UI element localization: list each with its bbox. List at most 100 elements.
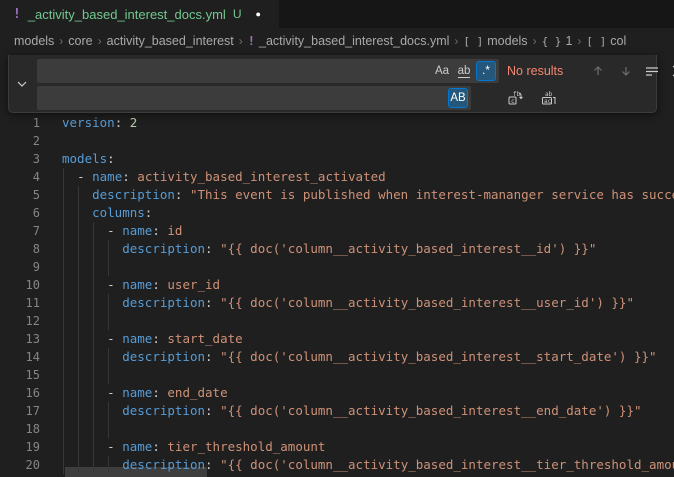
previous-match-button[interactable] xyxy=(587,61,609,81)
whole-word-button[interactable]: ab xyxy=(454,61,474,81)
breadcrumb-item[interactable]: core xyxy=(68,34,92,48)
preserve-case-button[interactable]: AB xyxy=(448,88,468,108)
code-line-text: columns: xyxy=(62,204,152,222)
code-line[interactable]: 10 - name: user_id xyxy=(0,276,674,294)
breadcrumb-label: activity_based_interest xyxy=(107,34,234,48)
code-line[interactable]: 12 xyxy=(0,312,674,330)
code-line[interactable]: 14 description: "{{ doc('column__activit… xyxy=(0,348,674,366)
code-line[interactable]: 20 description: "{{ doc('column__activit… xyxy=(0,456,674,474)
breadcrumb-item[interactable]: [ ] col xyxy=(586,34,626,48)
regex-button[interactable]: .* xyxy=(476,61,496,81)
code-line[interactable]: 19 - name: tier_threshold_amount xyxy=(0,438,674,456)
replace-row: - name: $1\n description: "{{ doc('colum… xyxy=(37,86,652,110)
line-number: 13 xyxy=(0,330,40,348)
code-line-text: description: "{{ doc('column__activity_b… xyxy=(62,294,634,312)
breadcrumb-separator-icon: › xyxy=(454,34,458,48)
indent-guide xyxy=(93,366,94,384)
replace-input[interactable]: - name: $1\n description: "{{ doc('colum… xyxy=(37,86,471,110)
svg-text:ab: ab xyxy=(545,91,553,98)
breadcrumb-item[interactable]: activity_based_interest xyxy=(107,34,234,48)
line-number: 1 xyxy=(0,114,40,132)
breadcrumb-item[interactable]: { }1 xyxy=(542,34,573,48)
code-line[interactable]: 18 xyxy=(0,420,674,438)
replace-button[interactable]: fb c xyxy=(504,88,526,108)
code-line[interactable]: 17 description: "{{ doc('column__activit… xyxy=(0,402,674,420)
code-line-text: description: "This event is published wh… xyxy=(62,186,674,204)
indent-guide xyxy=(78,258,79,276)
yaml-icon: ! xyxy=(248,34,255,48)
editor-tab[interactable]: ! _activity_based_interest_docs.yml U ● xyxy=(0,0,280,28)
breadcrumb: models › core › activity_based_interest › !_ac… xyxy=(0,28,674,54)
breadcrumb-separator-icon: › xyxy=(239,34,243,48)
code-editor[interactable]: 1 version: 2 23 models:4 - name: activity_b… xyxy=(0,54,674,477)
code-line-text: models: xyxy=(62,150,115,168)
find-in-selection-button[interactable] xyxy=(641,61,663,81)
code-line[interactable]: 1 version: 2 xyxy=(0,114,674,132)
code-line[interactable]: 11 description: "{{ doc('column__activit… xyxy=(0,294,674,312)
replace-all-button[interactable]: ab ac xyxy=(538,88,560,108)
indent-guide xyxy=(63,366,64,384)
close-find-widget-icon[interactable] xyxy=(667,61,674,81)
line-number: 6 xyxy=(0,204,40,222)
line-number: 5 xyxy=(0,186,40,204)
line-number: 7 xyxy=(0,222,40,240)
code-line-text: - name: user_id xyxy=(62,276,220,294)
match-case-button[interactable]: Aa xyxy=(432,61,452,81)
breadcrumb-item[interactable]: [ ]models xyxy=(463,34,527,48)
find-replace-widget: \s{6}- name: (.*)\n description: "" Aa a… xyxy=(8,55,657,113)
toggle-replace-chevron-icon[interactable] xyxy=(13,76,31,92)
code-line-text: version: 2 xyxy=(62,114,137,132)
indent-guide xyxy=(108,258,109,276)
code-line[interactable]: 5 description: "This event is published … xyxy=(0,186,674,204)
find-input[interactable]: \s{6}- name: (.*)\n description: "" Aa a… xyxy=(37,59,499,83)
modified-dot-icon[interactable]: ● xyxy=(256,9,261,19)
line-number: 16 xyxy=(0,384,40,402)
code-line-text: - name: tier_threshold_amount xyxy=(62,438,325,456)
indent-guide xyxy=(108,312,109,330)
code-line[interactable]: 9 xyxy=(0,258,674,276)
indent-guide xyxy=(108,366,109,384)
git-status-badge: U xyxy=(233,7,242,21)
line-number: 15 xyxy=(0,366,40,384)
yaml-file-icon: ! xyxy=(13,7,21,22)
line-number: 3 xyxy=(0,150,40,168)
code-line[interactable]: 8 description: "{{ doc('column__activity… xyxy=(0,240,674,258)
breadcrumb-item[interactable]: !_activity_based_interest_docs.yml xyxy=(248,34,450,48)
line-number: 20 xyxy=(0,456,40,474)
code-line[interactable]: 6 columns: xyxy=(0,204,674,222)
indent-guide xyxy=(93,420,94,438)
code-line[interactable]: 16 - name: end_date xyxy=(0,384,674,402)
code-line-text: description: "{{ doc('column__activity_b… xyxy=(62,402,642,420)
array-icon: [ ] xyxy=(463,35,483,48)
code-line[interactable]: 2 xyxy=(0,132,674,150)
code-line[interactable]: 7 - name: id xyxy=(0,222,674,240)
breadcrumb-separator-icon: › xyxy=(59,34,63,48)
code-line-text: description: "{{ doc('column__activity_b… xyxy=(62,240,596,258)
code-line-text: - name: end_date xyxy=(62,384,228,402)
indent-guide xyxy=(78,420,79,438)
code-line[interactable]: 3 models: xyxy=(0,150,674,168)
svg-text:ac: ac xyxy=(544,98,552,105)
breadcrumb-label: 1 xyxy=(565,34,572,48)
code-line[interactable]: 15 xyxy=(0,366,674,384)
breadcrumb-separator-icon: › xyxy=(577,34,581,48)
indent-guide xyxy=(93,258,94,276)
breadcrumb-item[interactable]: models xyxy=(14,34,54,48)
line-number: 19 xyxy=(0,438,40,456)
indent-guide xyxy=(63,420,64,438)
next-match-button[interactable] xyxy=(615,61,637,81)
code-line[interactable]: 13 - name: start_date xyxy=(0,330,674,348)
code-line[interactable]: 4 - name: activity_based_interest_activa… xyxy=(0,168,674,186)
line-number: 10 xyxy=(0,276,40,294)
breadcrumb-label: col xyxy=(610,34,626,48)
line-number: 11 xyxy=(0,294,40,312)
breadcrumb-label: core xyxy=(68,34,92,48)
line-number: 8 xyxy=(0,240,40,258)
indent-guide xyxy=(78,312,79,330)
array-icon: [ ] xyxy=(586,35,606,48)
code-line-text: description: "{{ doc('column__activity_b… xyxy=(62,348,657,366)
indent-guide xyxy=(78,366,79,384)
line-number: 2 xyxy=(0,132,40,150)
indent-guide xyxy=(63,258,64,276)
object-icon: { } xyxy=(542,35,562,48)
